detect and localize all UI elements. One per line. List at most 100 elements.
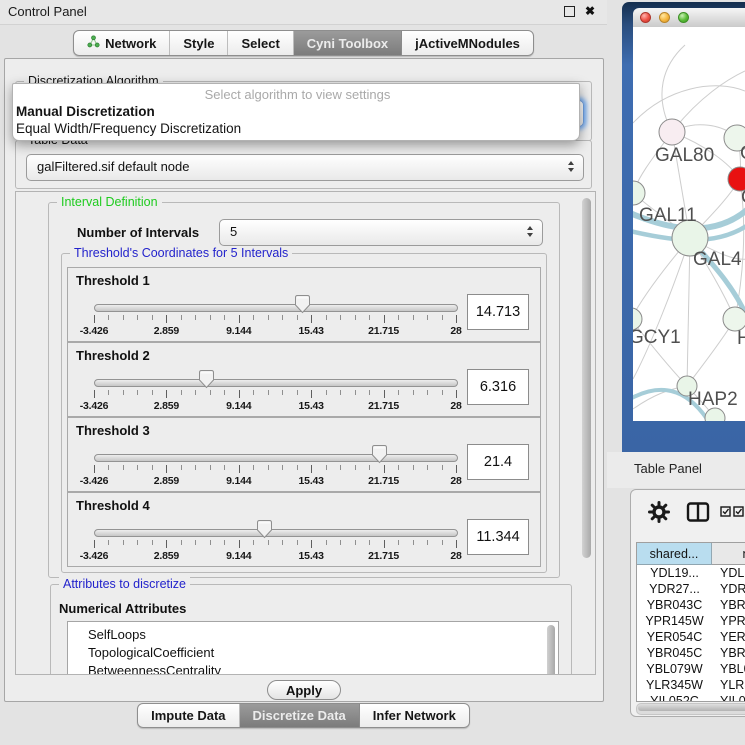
float-window-icon[interactable] [564,6,575,17]
tab-style[interactable]: Style [170,31,228,55]
attribute-list-item[interactable]: BetweennessCentrality [68,662,558,675]
close-panel-icon[interactable]: ✖ [585,6,595,17]
table-cell[interactable]: YBR0 [712,645,745,661]
node-attribute-table[interactable]: shared...naYDL19...YDL1YDR27...YDR2YBR04… [636,542,745,702]
algorithm-option[interactable]: Equal Width/Frequency Discretization [13,120,579,137]
table-cell[interactable]: YBR043C [637,597,712,613]
table-cell[interactable]: YPR145W [637,613,712,629]
table-row[interactable]: YDR27...YDR2 [637,581,745,597]
table-cell[interactable]: YBL0 [712,661,745,677]
table-cell[interactable]: YLR345W [637,677,712,693]
bottom-tab-bar: Impute DataDiscretize DataInfer Network [0,703,607,728]
network-node[interactable] [659,119,685,145]
slider-track[interactable] [94,304,458,312]
table-cell[interactable]: YDL19... [637,565,712,581]
list-scrollbar-thumb[interactable] [547,625,555,675]
select-columns-icons[interactable] [720,506,744,517]
table-data-combobox[interactable]: galFiltered.sif default node [26,154,584,181]
network-edge[interactable] [672,71,745,132]
column-header-shared-name[interactable]: shared... [637,543,712,565]
attribute-list-item[interactable]: TopologicalCoefficient [68,644,558,662]
slider-tick [384,390,385,398]
combo-stepper-icon[interactable] [527,226,533,237]
tab-impute-data[interactable]: Impute Data [138,704,239,727]
threshold-value-input[interactable]: 6.316 [467,369,529,405]
tab-cyni-toolbox[interactable]: Cyni Toolbox [294,31,402,55]
table-cell[interactable]: YDL1 [712,565,745,581]
slider-track[interactable] [94,454,458,462]
column-header-name[interactable]: na [712,543,745,565]
table-data-group: Table Data galFiltered.sif default node [15,140,592,189]
slider-tick [195,390,196,395]
table-row[interactable]: YIL052CYIL0 [637,693,745,702]
tab-network[interactable]: Network [74,31,170,55]
network-graph[interactable]: GAL80GCGAL11GAL4GCY1HHAP2 [633,27,745,421]
table-row[interactable]: YDL19...YDL1 [637,565,745,581]
table-row[interactable]: YBR043CYBR0 [637,597,745,613]
slider-tick [456,390,457,398]
table-cell[interactable]: YIL052C [637,693,712,702]
table-row[interactable]: YBL079WYBL0 [637,661,745,677]
slider-thumb[interactable] [293,294,312,315]
slider-tick [152,390,153,395]
tab-jactivemnodules[interactable]: jActiveMNodules [402,31,533,55]
slider-tick [166,465,167,473]
tab-discretize-data[interactable]: Discretize Data [240,704,360,727]
table-row[interactable]: YPR145WYPR1 [637,613,745,629]
gear-icon[interactable] [648,501,670,528]
slider-thumb[interactable] [370,444,389,465]
table-row[interactable]: YER054CYER0 [637,629,745,645]
threshold-box: Threshold 4-3.4262.8599.14415.4321.71528… [67,492,541,567]
number-of-intervals-label: Number of Intervals [77,225,199,240]
threshold-label: Threshold 3 [76,423,150,438]
tab-select[interactable]: Select [228,31,293,55]
table-cell[interactable]: YBR045C [637,645,712,661]
threshold-value-input[interactable]: 11.344 [467,519,529,555]
slider-tick [442,390,443,395]
slider-tick-label: 2.859 [154,325,179,337]
horizontal-scrollbar[interactable] [636,703,745,715]
slider-tick [108,390,109,395]
table-cell[interactable]: YBR0 [712,597,745,613]
scrollbar-thumb[interactable] [638,705,745,711]
table-row[interactable]: YLR345WYLR3 [637,677,745,693]
slider-tick-label: 15.43 [299,325,324,337]
window-buttons: ✖ [564,6,595,17]
slider-track[interactable] [94,379,458,387]
table-row[interactable]: YBR045CYBR0 [637,645,745,661]
apply-button[interactable]: Apply [267,680,341,700]
table-cell[interactable]: YER054C [637,629,712,645]
slider-track[interactable] [94,529,458,537]
threshold-value-input[interactable]: 21.4 [467,444,529,480]
slider-thumb[interactable] [197,369,216,390]
algorithm-option[interactable]: Select algorithm to view settings [13,86,579,103]
top-tab-control: NetworkStyleSelectCyni ToolboxjActiveMNo… [73,30,534,56]
network-window-titlebar[interactable] [633,8,745,28]
threshold-value-input[interactable]: 14.713 [467,294,529,330]
table-cell[interactable]: YDR2 [712,581,745,597]
column-layout-icon[interactable] [686,501,710,528]
combo-stepper-icon[interactable] [568,161,574,172]
attribute-list-item[interactable]: SelfLoops [68,622,558,644]
table-cell[interactable]: YLR3 [712,677,745,693]
zoom-traffic-light-icon[interactable] [678,12,689,23]
network-edge[interactable] [687,238,690,386]
vertical-scrollbar[interactable] [582,198,591,558]
algorithm-option[interactable]: Manual Discretization [13,103,579,120]
table-cell[interactable]: YPR1 [712,613,745,629]
table-cell[interactable]: YER0 [712,629,745,645]
numerical-attributes-list[interactable]: SelfLoopsTopologicalCoefficientBetweenne… [67,621,559,675]
minimize-traffic-light-icon[interactable] [659,12,670,23]
network-canvas[interactable]: GAL80GCGAL11GAL4GCY1HHAP2 [633,27,745,421]
table-cell[interactable]: YDR27... [637,581,712,597]
tab-infer-network[interactable]: Infer Network [360,704,469,727]
number-of-intervals-combobox[interactable]: 5 [219,219,543,246]
table-cell[interactable]: YBL079W [637,661,712,677]
slider-thumb[interactable] [255,519,274,540]
slider-tick [253,465,254,470]
panel-title: Control Panel [8,4,87,19]
close-traffic-light-icon[interactable] [640,12,651,23]
slider-tick [311,540,312,548]
network-edge[interactable] [633,86,745,123]
table-cell[interactable]: YIL0 [712,693,745,702]
